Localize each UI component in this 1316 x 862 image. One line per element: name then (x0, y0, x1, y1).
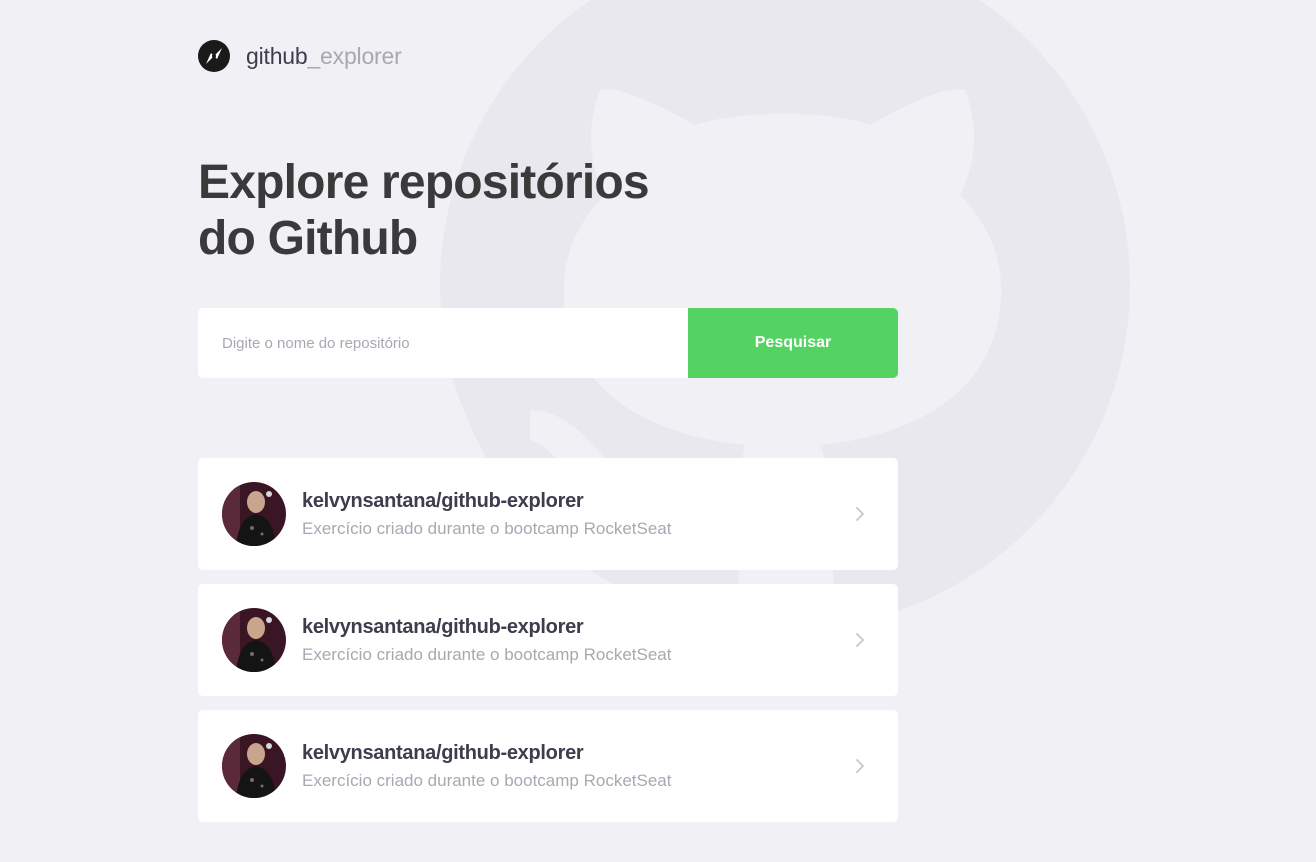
repository-description: Exercício criado durante o bootcamp Rock… (302, 770, 672, 790)
page: github_explorer Explore repositórios do … (0, 0, 1316, 862)
chevron-right-icon (856, 633, 864, 647)
user-avatar (222, 482, 286, 546)
repository-info: kelvynsantana/github-explorer Exercício … (302, 742, 850, 791)
page-title-line-1: Explore repositórios (198, 156, 650, 209)
user-avatar (222, 734, 286, 798)
repository-card[interactable]: kelvynsantana/github-explorer Exercício … (198, 458, 898, 570)
search-button[interactable]: Pesquisar (688, 308, 898, 378)
repository-card[interactable]: kelvynsantana/github-explorer Exercício … (198, 584, 898, 696)
repository-info: kelvynsantana/github-explorer Exercício … (302, 490, 850, 539)
page-title: Explore repositórios do Github (198, 155, 658, 267)
repository-name: kelvynsantana/github-explorer (302, 489, 584, 512)
repository-info: kelvynsantana/github-explorer Exercício … (302, 616, 850, 665)
repository-name: kelvynsantana/github-explorer (302, 741, 584, 764)
repository-name: kelvynsantana/github-explorer (302, 615, 584, 638)
repository-description: Exercício criado durante o bootcamp Rock… (302, 644, 672, 664)
avatar (222, 482, 286, 546)
search-input[interactable] (198, 308, 688, 378)
repository-description: Exercício criado durante o bootcamp Rock… (302, 518, 672, 538)
avatar (222, 734, 286, 798)
avatar (222, 608, 286, 672)
user-avatar (222, 608, 286, 672)
app-name: github_explorer (246, 43, 402, 70)
app-name-main: github (246, 42, 308, 69)
chevron-right-icon (856, 507, 864, 521)
search-form: Pesquisar (198, 308, 898, 378)
repository-list: kelvynsantana/github-explorer Exercício … (198, 458, 898, 836)
app-name-accent: _explorer (307, 42, 402, 69)
repository-card[interactable]: kelvynsantana/github-explorer Exercício … (198, 710, 898, 822)
chevron-right-icon (856, 759, 864, 773)
compass-icon (198, 40, 230, 72)
app-logo[interactable]: github_explorer (198, 40, 402, 72)
page-title-line-2: do Github (198, 212, 418, 265)
